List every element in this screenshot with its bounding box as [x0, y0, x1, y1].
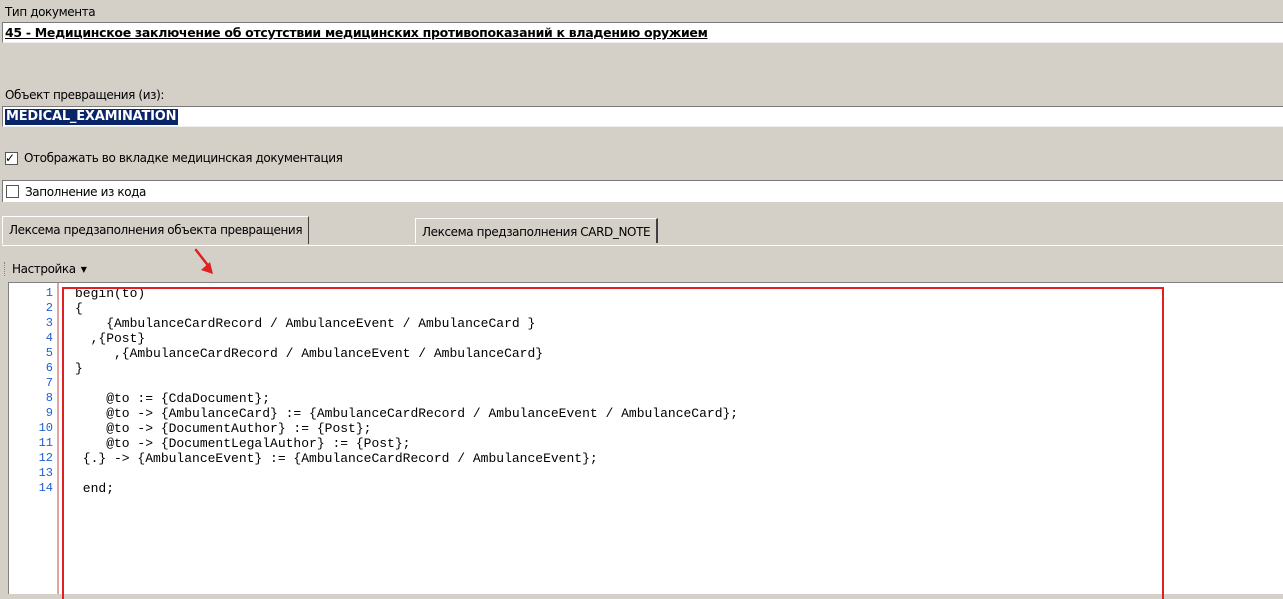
- fill-from-code-checkbox[interactable]: [6, 185, 19, 198]
- document-type-label: Тип документа: [5, 5, 96, 19]
- line-number: 12: [38, 451, 53, 465]
- line-number: 11: [38, 436, 53, 450]
- line-number: 5: [45, 346, 53, 360]
- line-number: 9: [45, 406, 53, 420]
- code-line: @to := {CdaDocument};: [75, 391, 271, 406]
- transform-object-value: MEDICAL_EXAMINATION: [5, 109, 179, 125]
- tab-card-note-lexeme[interactable]: Лексема предзаполнения CARD_NOTE: [415, 218, 659, 243]
- line-number: 7: [45, 376, 53, 390]
- code-line: @to -> {DocumentLegalAuthor} := {Post};: [75, 436, 411, 451]
- tab-transform-object-lexeme[interactable]: Лексема предзаполнения объекта превращен…: [2, 216, 310, 244]
- toolbar-grip[interactable]: [4, 262, 8, 276]
- line-number: 3: [45, 316, 53, 330]
- tab-label: Лексема предзаполнения объекта превращен…: [9, 223, 303, 237]
- fill-from-code-row[interactable]: Заполнение из кода: [2, 180, 1283, 202]
- code-line: ,{Post}: [75, 331, 146, 346]
- line-number: 14: [38, 481, 53, 495]
- code-line: }: [75, 361, 83, 376]
- code-line: ,{AmbulanceCardRecord / AmbulanceEvent /…: [75, 346, 544, 361]
- fill-from-code-label: Заполнение из кода: [25, 184, 147, 199]
- document-type-value: 45 - Медицинское заключение об отсутстви…: [5, 25, 708, 40]
- code-line: {AmbulanceCardRecord / AmbulanceEvent / …: [75, 316, 536, 331]
- settings-menu-button[interactable]: Настройка ▼: [12, 262, 87, 276]
- tab-label: Лексема предзаполнения CARD_NOTE: [422, 225, 651, 239]
- gutter-separator: [57, 283, 59, 594]
- line-number: 13: [38, 466, 53, 480]
- line-number: 2: [45, 301, 53, 315]
- code-line: end;: [75, 481, 115, 496]
- show-in-medical-docs-checkbox[interactable]: ✓: [5, 150, 18, 165]
- line-number: 8: [45, 391, 53, 405]
- line-number: 6: [45, 361, 53, 375]
- document-type-field[interactable]: 45 - Медицинское заключение об отсутстви…: [2, 22, 1283, 43]
- checkmark-icon: ✓: [5, 150, 16, 165]
- code-line: {.} -> {AmbulanceEvent} := {AmbulanceCar…: [75, 451, 598, 466]
- caret-down-icon: ▼: [80, 264, 87, 274]
- transform-object-label: Объект превращения (из):: [5, 88, 164, 102]
- tab-strip: Лексема предзаполнения объекта превращен…: [2, 213, 1283, 246]
- show-in-medical-docs-label: Отображать во вкладке медицинская докуме…: [24, 151, 343, 165]
- line-number: 10: [38, 421, 53, 435]
- code-line: @to -> {DocumentAuthor} := {Post};: [75, 421, 372, 436]
- code-line: @to -> {AmbulanceCard} := {AmbulanceCard…: [75, 406, 739, 421]
- transform-object-field[interactable]: MEDICAL_EXAMINATION: [2, 106, 1283, 127]
- code-editor[interactable]: 1 2 3 4 5 6 7 8 9 10 11 12 13 14 begin(to){ {Ambulanc…: [8, 282, 1283, 594]
- line-number: 1: [45, 286, 53, 300]
- settings-menu-label: Настройка: [12, 262, 76, 276]
- annotation-arrow-icon: [194, 248, 213, 274]
- line-number: 4: [45, 331, 53, 345]
- editor-toolbar: Настройка ▼: [4, 258, 87, 280]
- code-line: begin(to): [75, 286, 146, 301]
- show-in-medical-docs-row[interactable]: ✓ Отображать во вкладке медицинская доку…: [2, 147, 1283, 169]
- line-number-gutter: 1 2 3 4 5 6 7 8 9 10 11 12 13 14: [9, 283, 61, 594]
- code-line: {: [75, 301, 83, 316]
